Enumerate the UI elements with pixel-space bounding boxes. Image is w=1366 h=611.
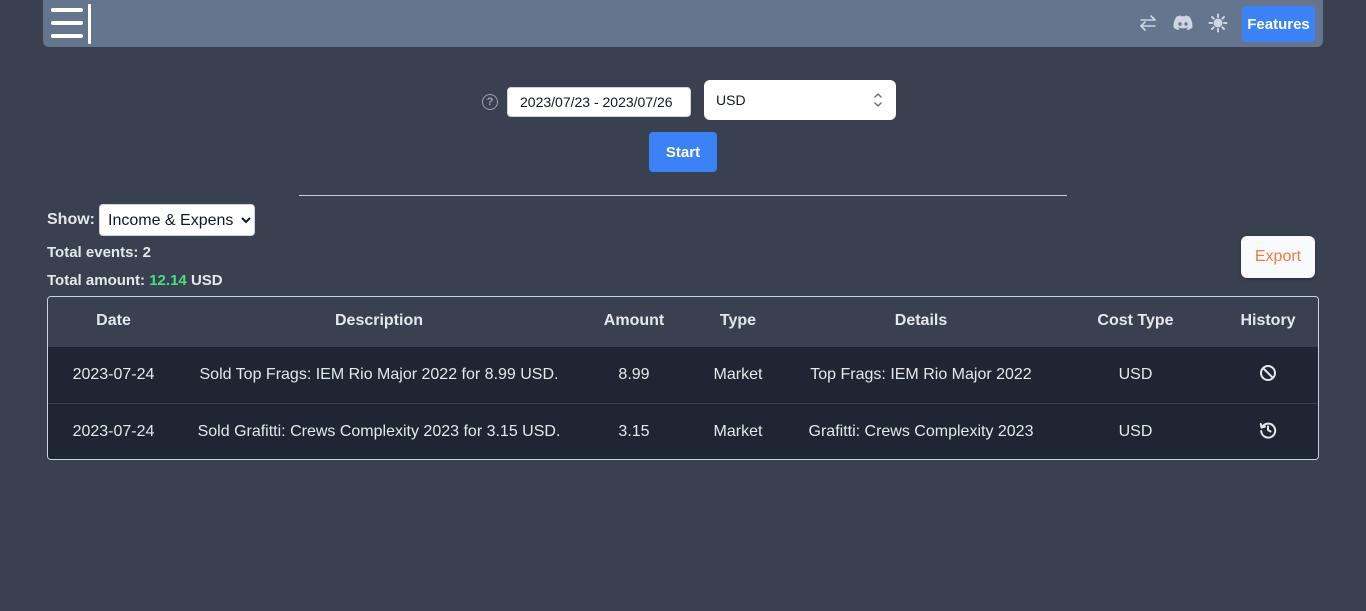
- cell-amount: 3.15: [618, 422, 650, 440]
- section-divider: [299, 195, 1067, 196]
- column-header-description[interactable]: Description: [179, 297, 579, 346]
- cell-cost-type: USD: [1118, 422, 1153, 440]
- show-label: Show:: [47, 211, 95, 228]
- menu-icon[interactable]: [51, 8, 83, 38]
- discord-icon[interactable]: [1172, 12, 1194, 34]
- column-header-history[interactable]: History: [1216, 297, 1318, 346]
- show-filter-row: Show: Income & Expense: [47, 204, 255, 236]
- table-row: 2023-07-24 Sold Grafitti: Crews Complexi…: [48, 403, 1318, 459]
- cell-description: Sold Top Frags: IEM Rio Major 2022 for 8…: [199, 365, 559, 383]
- total-amount-label: Total amount:: [47, 272, 146, 289]
- column-header-amount[interactable]: Amount: [579, 297, 689, 346]
- events-table: Date Description Amount Type Details Cos…: [47, 296, 1319, 460]
- navbar-divider: [88, 4, 91, 44]
- ban-icon[interactable]: [1258, 363, 1278, 383]
- date-range-input[interactable]: [507, 87, 691, 117]
- switch-arrows-icon[interactable]: [1137, 12, 1159, 34]
- total-amount: Total amount: 12.14 USD: [47, 272, 223, 289]
- cell-history: [1216, 346, 1318, 403]
- total-amount-currency: USD: [190, 272, 223, 289]
- start-button[interactable]: Start: [649, 132, 717, 172]
- cell-details: Grafitti: Crews Complexity 2023: [808, 422, 1034, 440]
- show-filter-select[interactable]: Income & Expense: [99, 204, 255, 236]
- cell-amount: 8.99: [618, 365, 650, 383]
- total-events-value: 2: [142, 244, 151, 261]
- column-header-cost-type[interactable]: Cost Type: [1055, 297, 1216, 346]
- export-button[interactable]: Export: [1241, 236, 1315, 278]
- total-events: Total events: 2: [47, 244, 151, 261]
- chevron-up-down-icon: [874, 93, 882, 107]
- column-header-date[interactable]: Date: [48, 297, 179, 346]
- help-icon[interactable]: ?: [482, 94, 498, 110]
- table-row: 2023-07-24 Sold Top Frags: IEM Rio Major…: [48, 346, 1318, 403]
- table-header-row: Date Description Amount Type Details Cos…: [48, 297, 1318, 346]
- cell-cost-type: USD: [1118, 365, 1153, 383]
- cell-type: Market: [713, 365, 763, 383]
- total-amount-value: 12.14: [149, 272, 187, 289]
- top-navbar: Features: [43, 0, 1323, 47]
- cell-details: Top Frags: IEM Rio Major 2022: [810, 365, 1032, 383]
- column-header-type[interactable]: Type: [689, 297, 787, 346]
- cell-date: 2023-07-24: [72, 365, 155, 383]
- currency-select-value: USD: [716, 92, 746, 108]
- history-icon[interactable]: [1258, 420, 1278, 440]
- currency-select[interactable]: USD: [704, 80, 896, 120]
- features-button[interactable]: Features: [1242, 6, 1315, 42]
- cell-history: [1216, 403, 1318, 459]
- theme-sun-icon[interactable]: [1207, 12, 1229, 34]
- total-events-label: Total events:: [47, 244, 139, 261]
- column-header-details[interactable]: Details: [787, 297, 1055, 346]
- cell-date: 2023-07-24: [72, 422, 155, 440]
- cell-type: Market: [713, 422, 763, 440]
- cell-description: Sold Grafitti: Crews Complexity 2023 for…: [197, 422, 561, 440]
